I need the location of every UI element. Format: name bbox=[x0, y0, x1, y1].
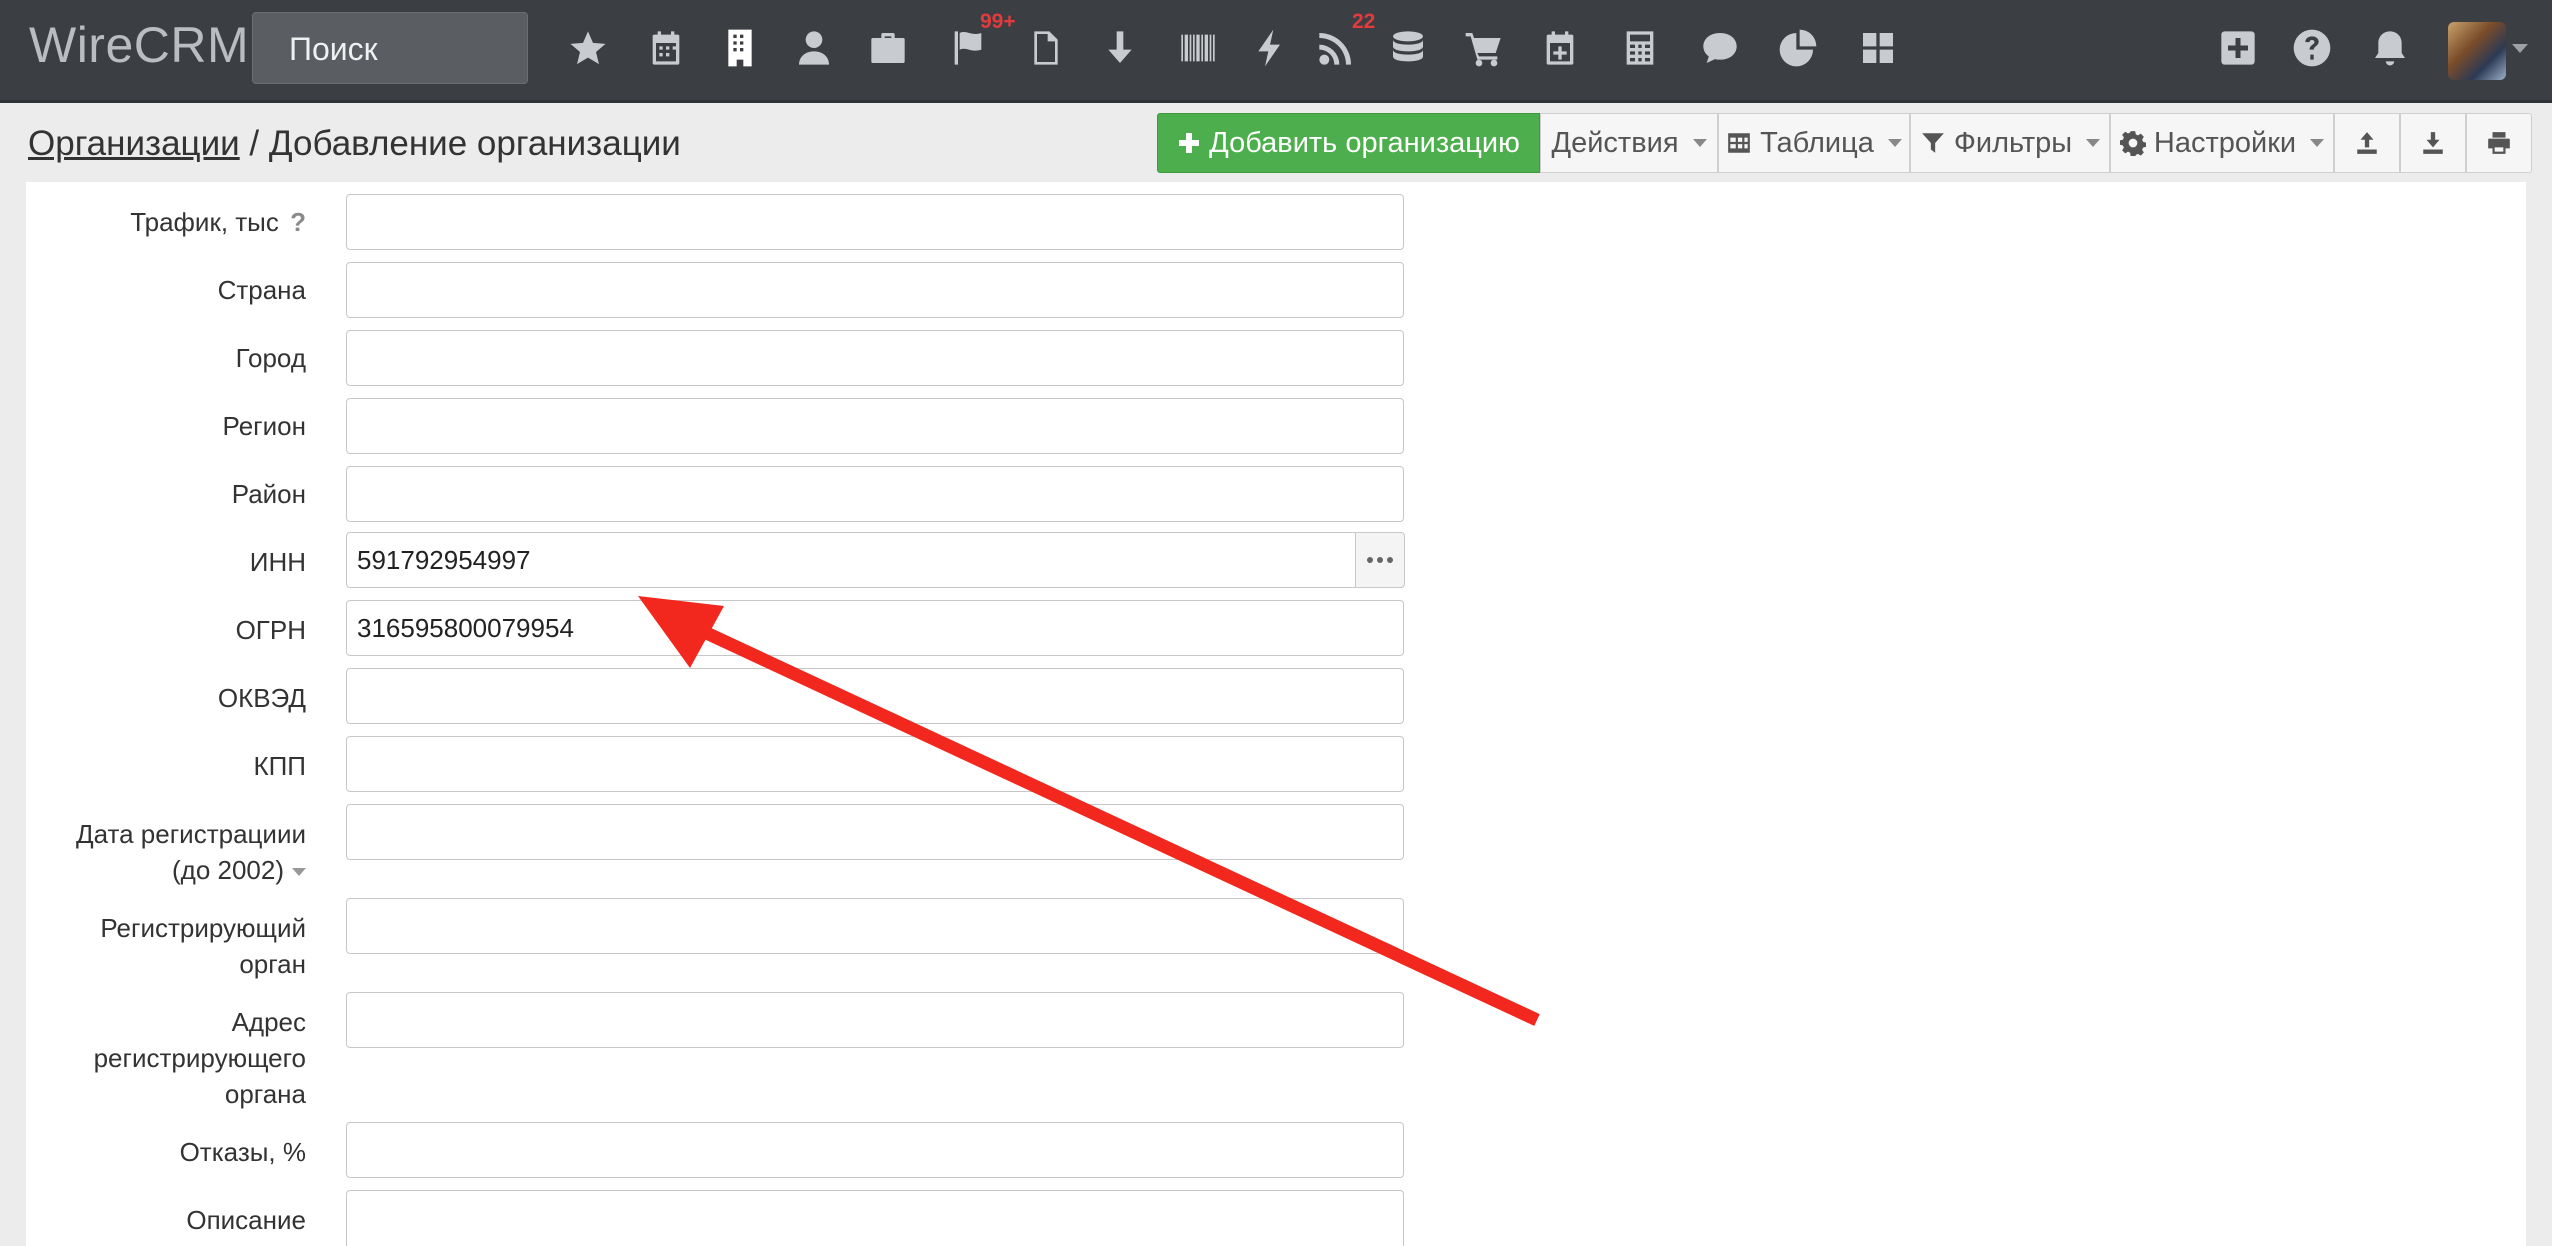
search-input[interactable]: Поиск bbox=[252, 12, 528, 84]
add-organization-button[interactable]: Добавить организацию bbox=[1157, 113, 1540, 173]
regorgan-field[interactable] bbox=[346, 898, 1404, 954]
okved-field[interactable] bbox=[346, 668, 1404, 724]
download-button[interactable] bbox=[2400, 113, 2466, 173]
upload-button[interactable] bbox=[2334, 113, 2400, 173]
kpp-field[interactable] bbox=[346, 736, 1404, 792]
chevron-down-icon bbox=[1692, 139, 1707, 147]
description-label: Описание bbox=[186, 1205, 306, 1235]
bolt-icon[interactable] bbox=[1244, 22, 1296, 74]
actions-label: Действия bbox=[1551, 126, 1679, 159]
breadcrumb: Организации / Добавление организации bbox=[28, 124, 681, 164]
city-label: Город bbox=[235, 343, 306, 373]
app-logo[interactable]: WireCRM bbox=[29, 16, 249, 74]
barcode-icon[interactable] bbox=[1172, 22, 1224, 74]
regdate-label: Дата регистрациии (до 2002) bbox=[75, 819, 306, 885]
database-icon[interactable] bbox=[1382, 22, 1434, 74]
description-field[interactable] bbox=[346, 1190, 1404, 1246]
regdate-field[interactable] bbox=[346, 804, 1404, 860]
district-label: Район bbox=[231, 479, 306, 509]
add-organization-label: Добавить организацию bbox=[1209, 126, 1520, 159]
avatar-caret-icon[interactable] bbox=[2512, 44, 2528, 53]
page-title: Добавление организации bbox=[268, 124, 681, 163]
region-label: Регион bbox=[222, 411, 306, 441]
okved-label: ОКВЭД bbox=[217, 683, 306, 713]
table-dropdown[interactable]: Таблица bbox=[1718, 113, 1910, 173]
user-avatar[interactable] bbox=[2448, 22, 2506, 80]
regaddress-field[interactable] bbox=[346, 992, 1404, 1048]
top-navbar: WireCRM Поиск 99+ 22 bbox=[0, 0, 2552, 103]
filter-icon bbox=[1922, 133, 1944, 153]
building-icon[interactable] bbox=[714, 22, 766, 74]
ogrn-label: ОГРН bbox=[235, 615, 306, 645]
grid-icon[interactable] bbox=[1852, 22, 1904, 74]
filters-dropdown[interactable]: Фильтры bbox=[1910, 113, 2110, 173]
help-icon[interactable]: ? bbox=[290, 207, 306, 237]
inn-lookup-button[interactable] bbox=[1355, 532, 1405, 588]
gear-icon bbox=[2119, 131, 2146, 156]
flag-badge: 99+ bbox=[980, 10, 1016, 33]
calendar-icon[interactable] bbox=[640, 22, 692, 74]
print-button[interactable] bbox=[2466, 113, 2532, 173]
chevron-down-icon[interactable] bbox=[292, 868, 306, 877]
inn-label: ИНН bbox=[249, 547, 306, 577]
calendar-plus-icon[interactable] bbox=[1534, 22, 1586, 74]
ogrn-field[interactable]: 316595800079954 bbox=[346, 600, 1404, 656]
download-icon bbox=[2423, 132, 2443, 154]
country-field[interactable] bbox=[346, 262, 1404, 318]
cart-icon[interactable] bbox=[1458, 22, 1510, 74]
actions-dropdown[interactable]: Действия bbox=[1540, 113, 1718, 173]
settings-dropdown[interactable]: Настройки bbox=[2110, 113, 2334, 173]
pie-chart-icon[interactable] bbox=[1772, 22, 1824, 74]
chevron-down-icon bbox=[1887, 139, 1902, 147]
kpp-label: КПП bbox=[253, 751, 306, 781]
print-icon bbox=[2488, 132, 2510, 154]
star-icon[interactable] bbox=[562, 22, 614, 74]
breadcrumb-separator: / bbox=[239, 124, 269, 163]
settings-label: Настройки bbox=[2153, 126, 2297, 159]
regorgan-label: Регистрирующий орган bbox=[100, 913, 306, 979]
regaddress-label: Адрес регистрирующего органа bbox=[93, 1007, 306, 1109]
briefcase-icon[interactable] bbox=[862, 22, 914, 74]
bell-icon[interactable] bbox=[2364, 22, 2416, 74]
country-label: Страна bbox=[217, 275, 306, 305]
user-icon[interactable] bbox=[788, 22, 840, 74]
district-field[interactable] bbox=[346, 466, 1404, 522]
traffic-label: Трафик, тыс ? bbox=[130, 207, 306, 237]
question-icon[interactable] bbox=[2286, 22, 2338, 74]
breadcrumb-link-organizations[interactable]: Организации bbox=[28, 124, 240, 163]
download-arrow-icon[interactable] bbox=[1094, 22, 1146, 74]
traffic-field[interactable] bbox=[346, 194, 1404, 250]
chevron-down-icon bbox=[2310, 139, 2325, 147]
refusals-field[interactable] bbox=[346, 1122, 1404, 1178]
city-field[interactable] bbox=[346, 330, 1404, 386]
table-icon bbox=[1728, 133, 1750, 153]
refusals-label: Отказы, % bbox=[179, 1137, 306, 1167]
chevron-down-icon bbox=[2086, 139, 2101, 147]
calculator-icon[interactable] bbox=[1614, 22, 1666, 74]
rss-badge: 22 bbox=[1352, 10, 1376, 33]
filters-label: Фильтры bbox=[1953, 126, 2073, 159]
document-icon[interactable] bbox=[1020, 22, 1072, 74]
region-field[interactable] bbox=[346, 398, 1404, 454]
inn-field[interactable]: 591792954997 bbox=[346, 532, 1356, 588]
table-label: Таблица bbox=[1760, 126, 1874, 159]
plus-icon bbox=[1179, 133, 1200, 153]
chat-icon[interactable] bbox=[1694, 22, 1746, 74]
upload-icon bbox=[2357, 132, 2377, 154]
plus-square-icon[interactable] bbox=[2212, 22, 2264, 74]
